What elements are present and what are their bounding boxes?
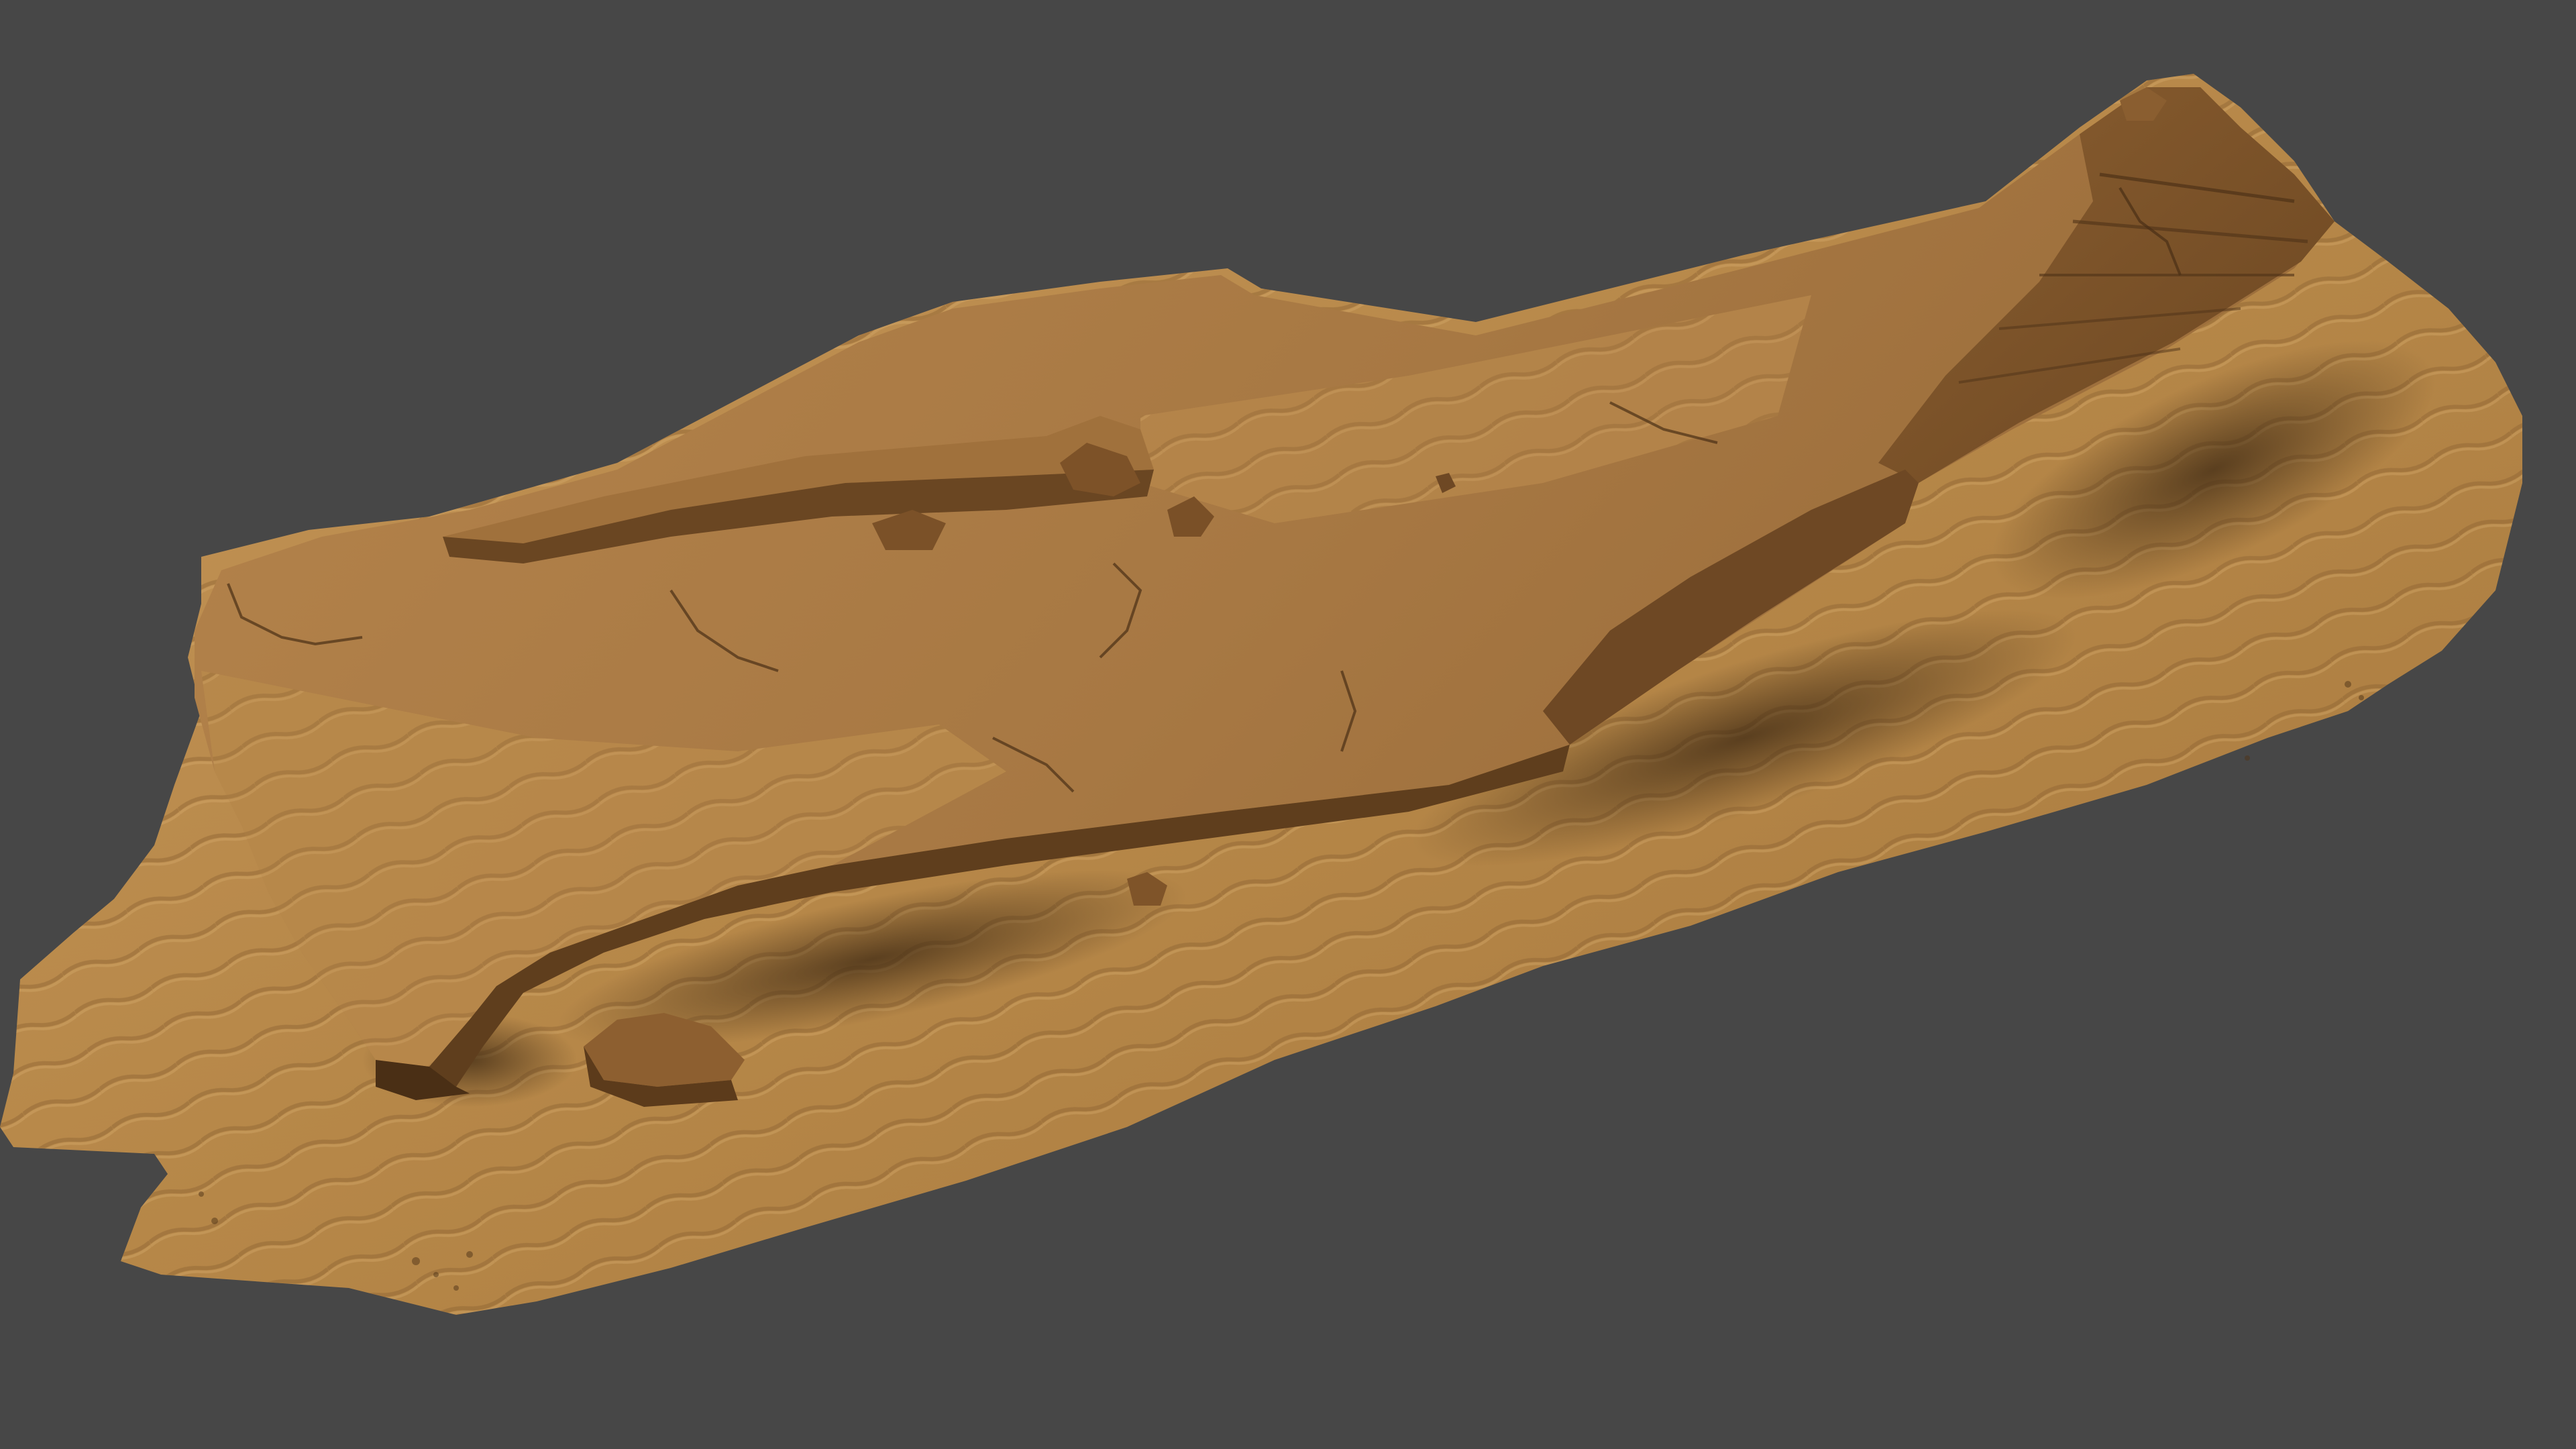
terrain-render	[0, 74, 2522, 1315]
3d-viewport[interactable]	[0, 0, 2576, 1449]
